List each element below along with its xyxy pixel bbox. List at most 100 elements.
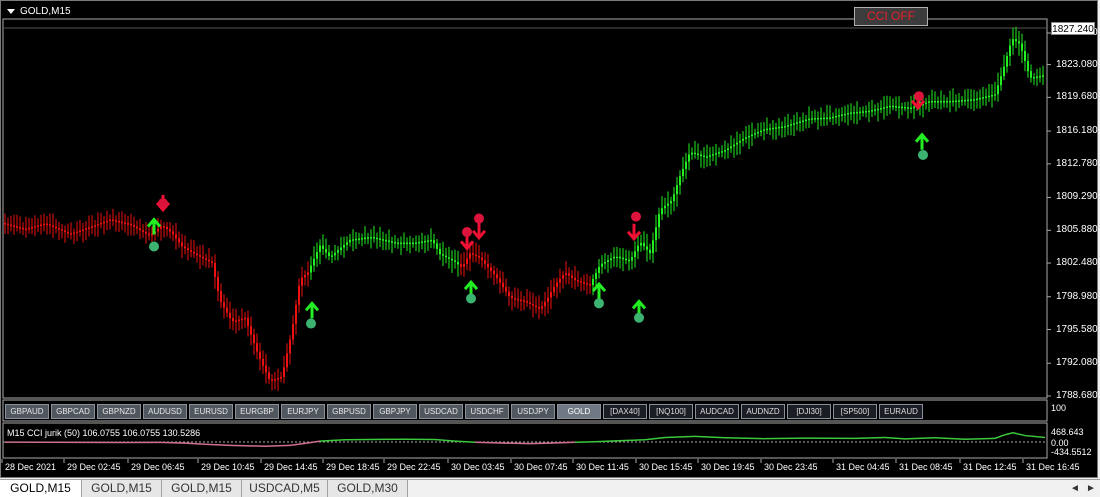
cci-off-button[interactable]: CCI OFF	[854, 7, 928, 26]
symbol-button-audnzd[interactable]: AUDNZD	[741, 404, 785, 419]
time-tick-label: 30 Dec 11:45	[576, 462, 629, 472]
candle-body	[556, 282, 558, 287]
candle-body	[178, 238, 180, 243]
chart-title-text: GOLD,M15	[20, 6, 71, 17]
candle-body	[232, 318, 234, 322]
symbol-button-gold[interactable]: GOLD	[557, 404, 601, 419]
symbol-button-sp500[interactable]: [SP500]	[833, 404, 877, 419]
candle-body	[742, 138, 744, 141]
candle-body	[904, 106, 906, 109]
candle-body	[625, 258, 627, 261]
buy-arrow-icon	[591, 281, 607, 300]
candle-body	[700, 154, 702, 157]
candle-body	[400, 242, 402, 245]
symbol-button-gbpaud[interactable]: GBPAUD	[5, 404, 49, 419]
cci-line-segment	[964, 437, 996, 440]
candle-body	[352, 239, 354, 241]
symbol-button-usdjpy[interactable]: USDJPY	[511, 404, 555, 419]
candle-body	[64, 230, 66, 233]
candle-body	[1003, 66, 1005, 77]
candle-body	[946, 101, 948, 103]
candle-body	[259, 351, 261, 359]
symbol-button-audcad[interactable]: AUDCAD	[695, 404, 739, 419]
candle-body	[760, 130, 762, 133]
candle-body	[877, 108, 879, 111]
price-tick-label: 1819.680	[1056, 91, 1098, 103]
symbol-button-usdchf[interactable]: USDCHF	[465, 404, 509, 419]
symbol-button-gbpusd[interactable]: GBPUSD	[327, 404, 371, 419]
tab-scroll-left-icon[interactable]: ◄	[1068, 480, 1082, 497]
candle-body	[589, 284, 591, 286]
candle-body	[385, 239, 387, 242]
candle-body	[34, 226, 36, 228]
symbol-button-gbpjpy[interactable]: GBPJPY	[373, 404, 417, 419]
chart-tab-1[interactable]: GOLD,M15	[0, 480, 82, 497]
candle-body	[736, 142, 738, 145]
candle-body	[421, 241, 423, 243]
candle-body	[304, 275, 306, 278]
candle-body	[535, 305, 537, 308]
candle-body	[505, 287, 507, 292]
chart-tab-3[interactable]: GOLD,M15	[162, 480, 242, 497]
candle-body	[106, 220, 108, 223]
symbol-button-euraud[interactable]: EURAUD	[879, 404, 923, 419]
chart-window[interactable]: GOLD,M15 CCI OFF 1826.3601823.0801819.68…	[0, 0, 1098, 478]
chart-tab-5[interactable]: GOLD,M30	[328, 480, 408, 497]
candle-body	[403, 242, 405, 245]
cci-line-segment	[344, 438, 406, 441]
candle-body	[799, 121, 801, 123]
candle-body	[97, 224, 99, 226]
symbol-button-nq100[interactable]: [NQ100]	[649, 404, 693, 419]
candle-body	[565, 273, 567, 275]
symbol-button-dji30[interactable]: [DJI30]	[787, 404, 831, 419]
symbol-button-eurusd[interactable]: EURUSD	[189, 404, 233, 419]
candle-body	[727, 148, 729, 151]
menu-triangle-icon[interactable]	[7, 9, 15, 14]
candle-body	[817, 117, 819, 120]
candle-body	[499, 278, 501, 283]
candle-body	[202, 256, 204, 259]
symbol-button-gbpnzd[interactable]: GBPNZD	[97, 404, 141, 419]
candle-body	[328, 252, 330, 256]
candle-body	[1021, 43, 1023, 51]
chart-tab-2[interactable]: GOLD,M15	[82, 480, 162, 497]
candle-body	[562, 275, 564, 279]
candle-body	[73, 232, 75, 235]
candle-body	[751, 134, 753, 137]
candle-body	[778, 126, 780, 129]
symbol-button-eurjpy[interactable]: EURJPY	[281, 404, 325, 419]
candle-body	[28, 227, 30, 230]
candle-body	[937, 101, 939, 103]
candle-body	[112, 219, 114, 222]
candle-body	[295, 304, 297, 324]
symbol-button-usdcad[interactable]: USDCAD	[419, 404, 463, 419]
cci-line-segment	[289, 442, 306, 447]
candle-body	[796, 122, 798, 124]
tab-scroll-right-icon[interactable]: ►	[1084, 480, 1098, 497]
candle-body	[211, 261, 213, 263]
candle-body	[541, 306, 543, 309]
symbol-button-audusd[interactable]: AUDUSD	[143, 404, 187, 419]
price-tick-label: 1823.080	[1056, 58, 1098, 70]
chart-tab-4[interactable]: USDCAD,M5	[242, 480, 328, 497]
candle-body	[628, 259, 630, 262]
candle-body	[523, 300, 525, 302]
candle-body	[322, 245, 324, 249]
cci-line-segment	[764, 437, 806, 440]
buy-arrow-icon	[304, 301, 320, 319]
candle-body	[238, 319, 240, 322]
candle-body	[889, 105, 891, 108]
candle-body	[568, 273, 570, 276]
symbol-button-dax40[interactable]: [DAX40]	[603, 404, 647, 419]
candle-body	[310, 265, 312, 273]
candle-body	[655, 227, 657, 241]
candle-body	[577, 280, 579, 282]
candle-body	[391, 241, 393, 243]
candle-body	[196, 253, 198, 256]
candle-body	[907, 107, 909, 109]
symbol-button-eurgbp[interactable]: EURGBP	[235, 404, 279, 419]
cci-line-segment	[159, 441, 186, 444]
candle-body	[853, 112, 855, 114]
candle-body	[61, 229, 63, 231]
symbol-button-gbpcad[interactable]: GBPCAD	[51, 404, 95, 419]
